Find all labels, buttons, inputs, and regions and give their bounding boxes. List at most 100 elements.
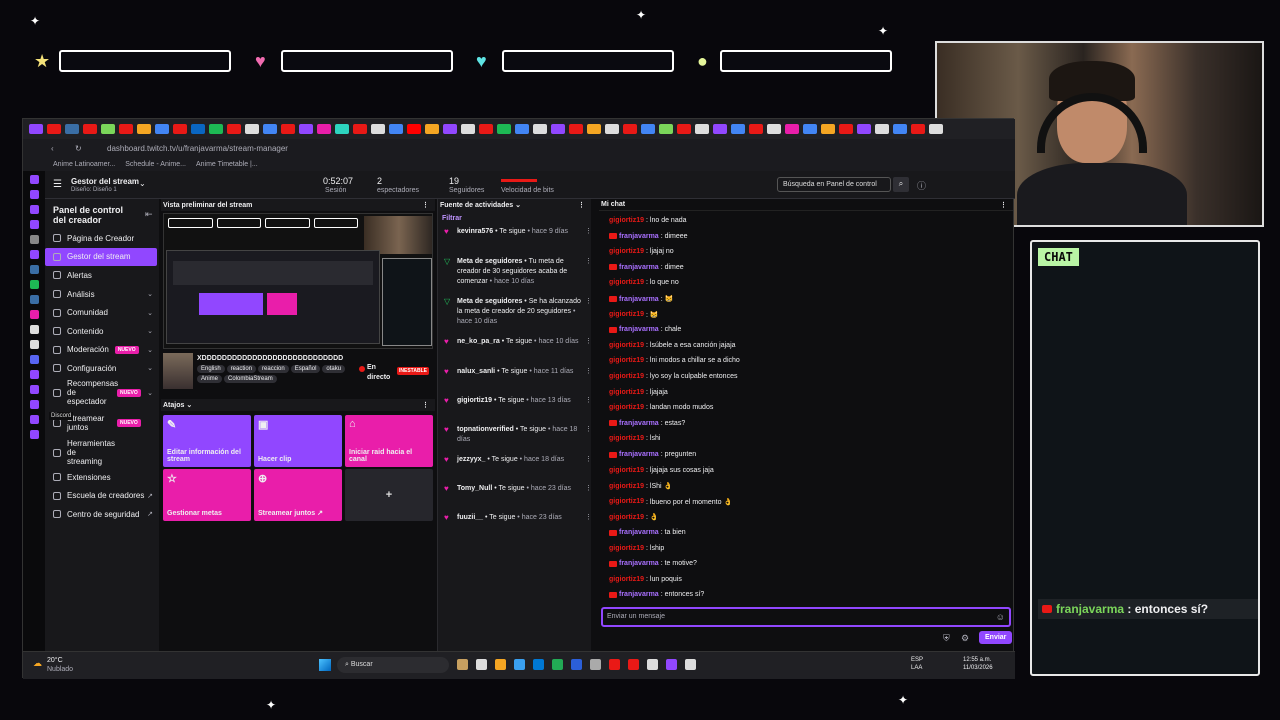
chat-username[interactable]: gigiortiz19 [609, 576, 644, 583]
layout-indicator[interactable]: LAA [911, 665, 922, 671]
back-icon[interactable]: ‹ [51, 144, 54, 153]
browser-tab[interactable] [137, 124, 151, 134]
taskbar-app-icon[interactable] [666, 659, 677, 670]
browser-tab[interactable] [821, 124, 835, 134]
browser-tab[interactable] [911, 124, 925, 134]
more-icon[interactable]: ⋮ [1000, 201, 1007, 209]
browser-tab[interactable] [515, 124, 529, 134]
sidebar-item-comunidad[interactable]: Comunidad ⌄ [45, 303, 159, 322]
shortcut-tile[interactable]: ▣ Hacer clip [254, 415, 342, 467]
taskbar-app-icon[interactable] [476, 659, 487, 670]
more-icon[interactable]: ⋮ [585, 455, 592, 465]
taskbar-app-icon[interactable] [514, 659, 525, 670]
browser-tab[interactable] [335, 124, 349, 134]
browser-tab[interactable] [605, 124, 619, 134]
side-panel-app-icon[interactable] [29, 415, 39, 424]
chat-username[interactable]: franjavarma [619, 529, 659, 536]
sidebar-item-centro-de-seguridad[interactable]: Centro de seguridad ↗ [45, 505, 159, 524]
browser-tab[interactable] [839, 124, 853, 134]
browser-tab[interactable] [713, 124, 727, 134]
chat-username[interactable]: gigiortiz19 [609, 342, 644, 349]
taskbar-app-icon[interactable] [609, 659, 620, 670]
chat-username[interactable]: gigiortiz19 [609, 498, 644, 505]
chat-username[interactable]: gigiortiz19 [609, 217, 644, 224]
browser-tab[interactable] [857, 124, 871, 134]
chat-username[interactable]: gigiortiz19 [609, 435, 644, 442]
chat-username[interactable]: gigiortiz19 [609, 357, 644, 364]
more-icon[interactable]: ⋮ [422, 201, 429, 209]
sidebar-item-p-gina-de-creador[interactable]: Página de Creador [45, 229, 159, 248]
side-panel-app-icon[interactable] [29, 220, 39, 229]
browser-tab[interactable] [569, 124, 583, 134]
chevron-down-icon[interactable]: ⌄ [147, 327, 153, 335]
shortcut-tile[interactable]: ⊕ Streamear juntos ↗ [254, 469, 342, 521]
chat-username[interactable]: gigiortiz19 [609, 373, 644, 380]
info-icon[interactable]: ⓘ [917, 179, 926, 192]
browser-tab[interactable] [389, 124, 403, 134]
sidebar-item-moderaci-n[interactable]: Moderación NUEVO ⌄ [45, 341, 159, 360]
filter-button[interactable]: Filtrar [442, 215, 462, 222]
sidebar-item-an-lisis[interactable]: Análisis ⌄ [45, 285, 159, 304]
side-panel-app-icon[interactable] [29, 190, 39, 199]
browser-tab[interactable] [767, 124, 781, 134]
browser-tab[interactable] [875, 124, 889, 134]
browser-tab[interactable] [893, 124, 907, 134]
side-panel-app-icon[interactable] [29, 280, 39, 289]
chat-username[interactable]: franjavarma [619, 451, 659, 458]
stream-tag[interactable]: reaction [226, 365, 257, 373]
sidebar-item-recompensas-de-espectador[interactable]: Recompensas de espectador NUEVO ⌄ [45, 378, 159, 408]
stream-tag[interactable]: reaccion [258, 365, 289, 373]
shortcut-tile[interactable]: ⌂ Iniciar raid hacia el canal [345, 415, 433, 467]
browser-tab[interactable] [83, 124, 97, 134]
browser-tab[interactable] [677, 124, 691, 134]
taskbar-app-icon[interactable] [571, 659, 582, 670]
chat-username[interactable]: gigiortiz19 [609, 389, 644, 396]
side-panel-app-icon[interactable] [29, 310, 39, 319]
shortcut-tile[interactable]: ☆ Gestionar metas [163, 469, 251, 521]
search-icon[interactable]: ⌕ [893, 177, 909, 192]
side-panel-app-icon[interactable] [29, 430, 39, 439]
taskbar-app-icon[interactable] [533, 659, 544, 670]
chevron-down-icon[interactable]: ⌄ [147, 364, 153, 372]
taskbar-app-icon[interactable] [495, 659, 506, 670]
browser-tab[interactable] [65, 124, 79, 134]
side-panel-app-icon[interactable] [29, 175, 39, 184]
sidebar-item-escuela-de-creadores[interactable]: Escuela de creadores ↗ [45, 486, 159, 505]
browser-tab[interactable] [641, 124, 655, 134]
browser-tab[interactable] [479, 124, 493, 134]
browser-tab[interactable] [371, 124, 385, 134]
chevron-down-icon[interactable]: ⌄ [147, 309, 153, 317]
menu-icon[interactable]: ☰ [53, 179, 62, 190]
chevron-down-icon[interactable]: ⌄ [147, 389, 153, 397]
chat-username[interactable]: gigiortiz19 [609, 467, 644, 474]
more-icon[interactable]: ⋮ [585, 513, 592, 523]
browser-tab[interactable] [245, 124, 259, 134]
browser-tab[interactable] [263, 124, 277, 134]
more-icon[interactable]: ⋮ [585, 425, 592, 435]
more-icon[interactable]: ⋮ [585, 297, 592, 307]
chat-username[interactable]: franjavarma [619, 233, 659, 240]
browser-tab[interactable] [929, 124, 943, 134]
side-panel-app-icon[interactable] [29, 235, 39, 244]
url-text[interactable]: dashboard.twitch.tv/u/franjavarma/stream… [107, 144, 288, 153]
sidebar-item-extensiones[interactable]: Extensiones [45, 468, 159, 487]
browser-tab[interactable] [443, 124, 457, 134]
chat-username[interactable]: gigiortiz19 [609, 404, 644, 411]
browser-tab[interactable] [749, 124, 763, 134]
side-panel-app-icon[interactable] [29, 370, 39, 379]
browser-tab[interactable] [587, 124, 601, 134]
browser-tab[interactable] [173, 124, 187, 134]
sidebar-item-configuraci-n[interactable]: Configuración ⌄ [45, 359, 159, 378]
chevron-down-icon[interactable]: ⌄ [139, 179, 146, 188]
sidebar-item-gestor-del-stream[interactable]: Gestor del stream [45, 247, 157, 267]
collapse-icon[interactable]: ⇤ [145, 209, 153, 220]
browser-tab[interactable] [461, 124, 475, 134]
clock-date[interactable]: 11/03/2026 [963, 665, 993, 671]
browser-tab[interactable] [227, 124, 241, 134]
taskbar-app-icon[interactable] [590, 659, 601, 670]
browser-tab[interactable] [803, 124, 817, 134]
chat-username[interactable]: franjavarma [619, 264, 659, 271]
bookmark-item[interactable]: Schedule - Anime... [125, 161, 186, 168]
side-panel-app-icon[interactable] [29, 325, 39, 334]
stream-tag[interactable]: Anime [197, 375, 223, 383]
